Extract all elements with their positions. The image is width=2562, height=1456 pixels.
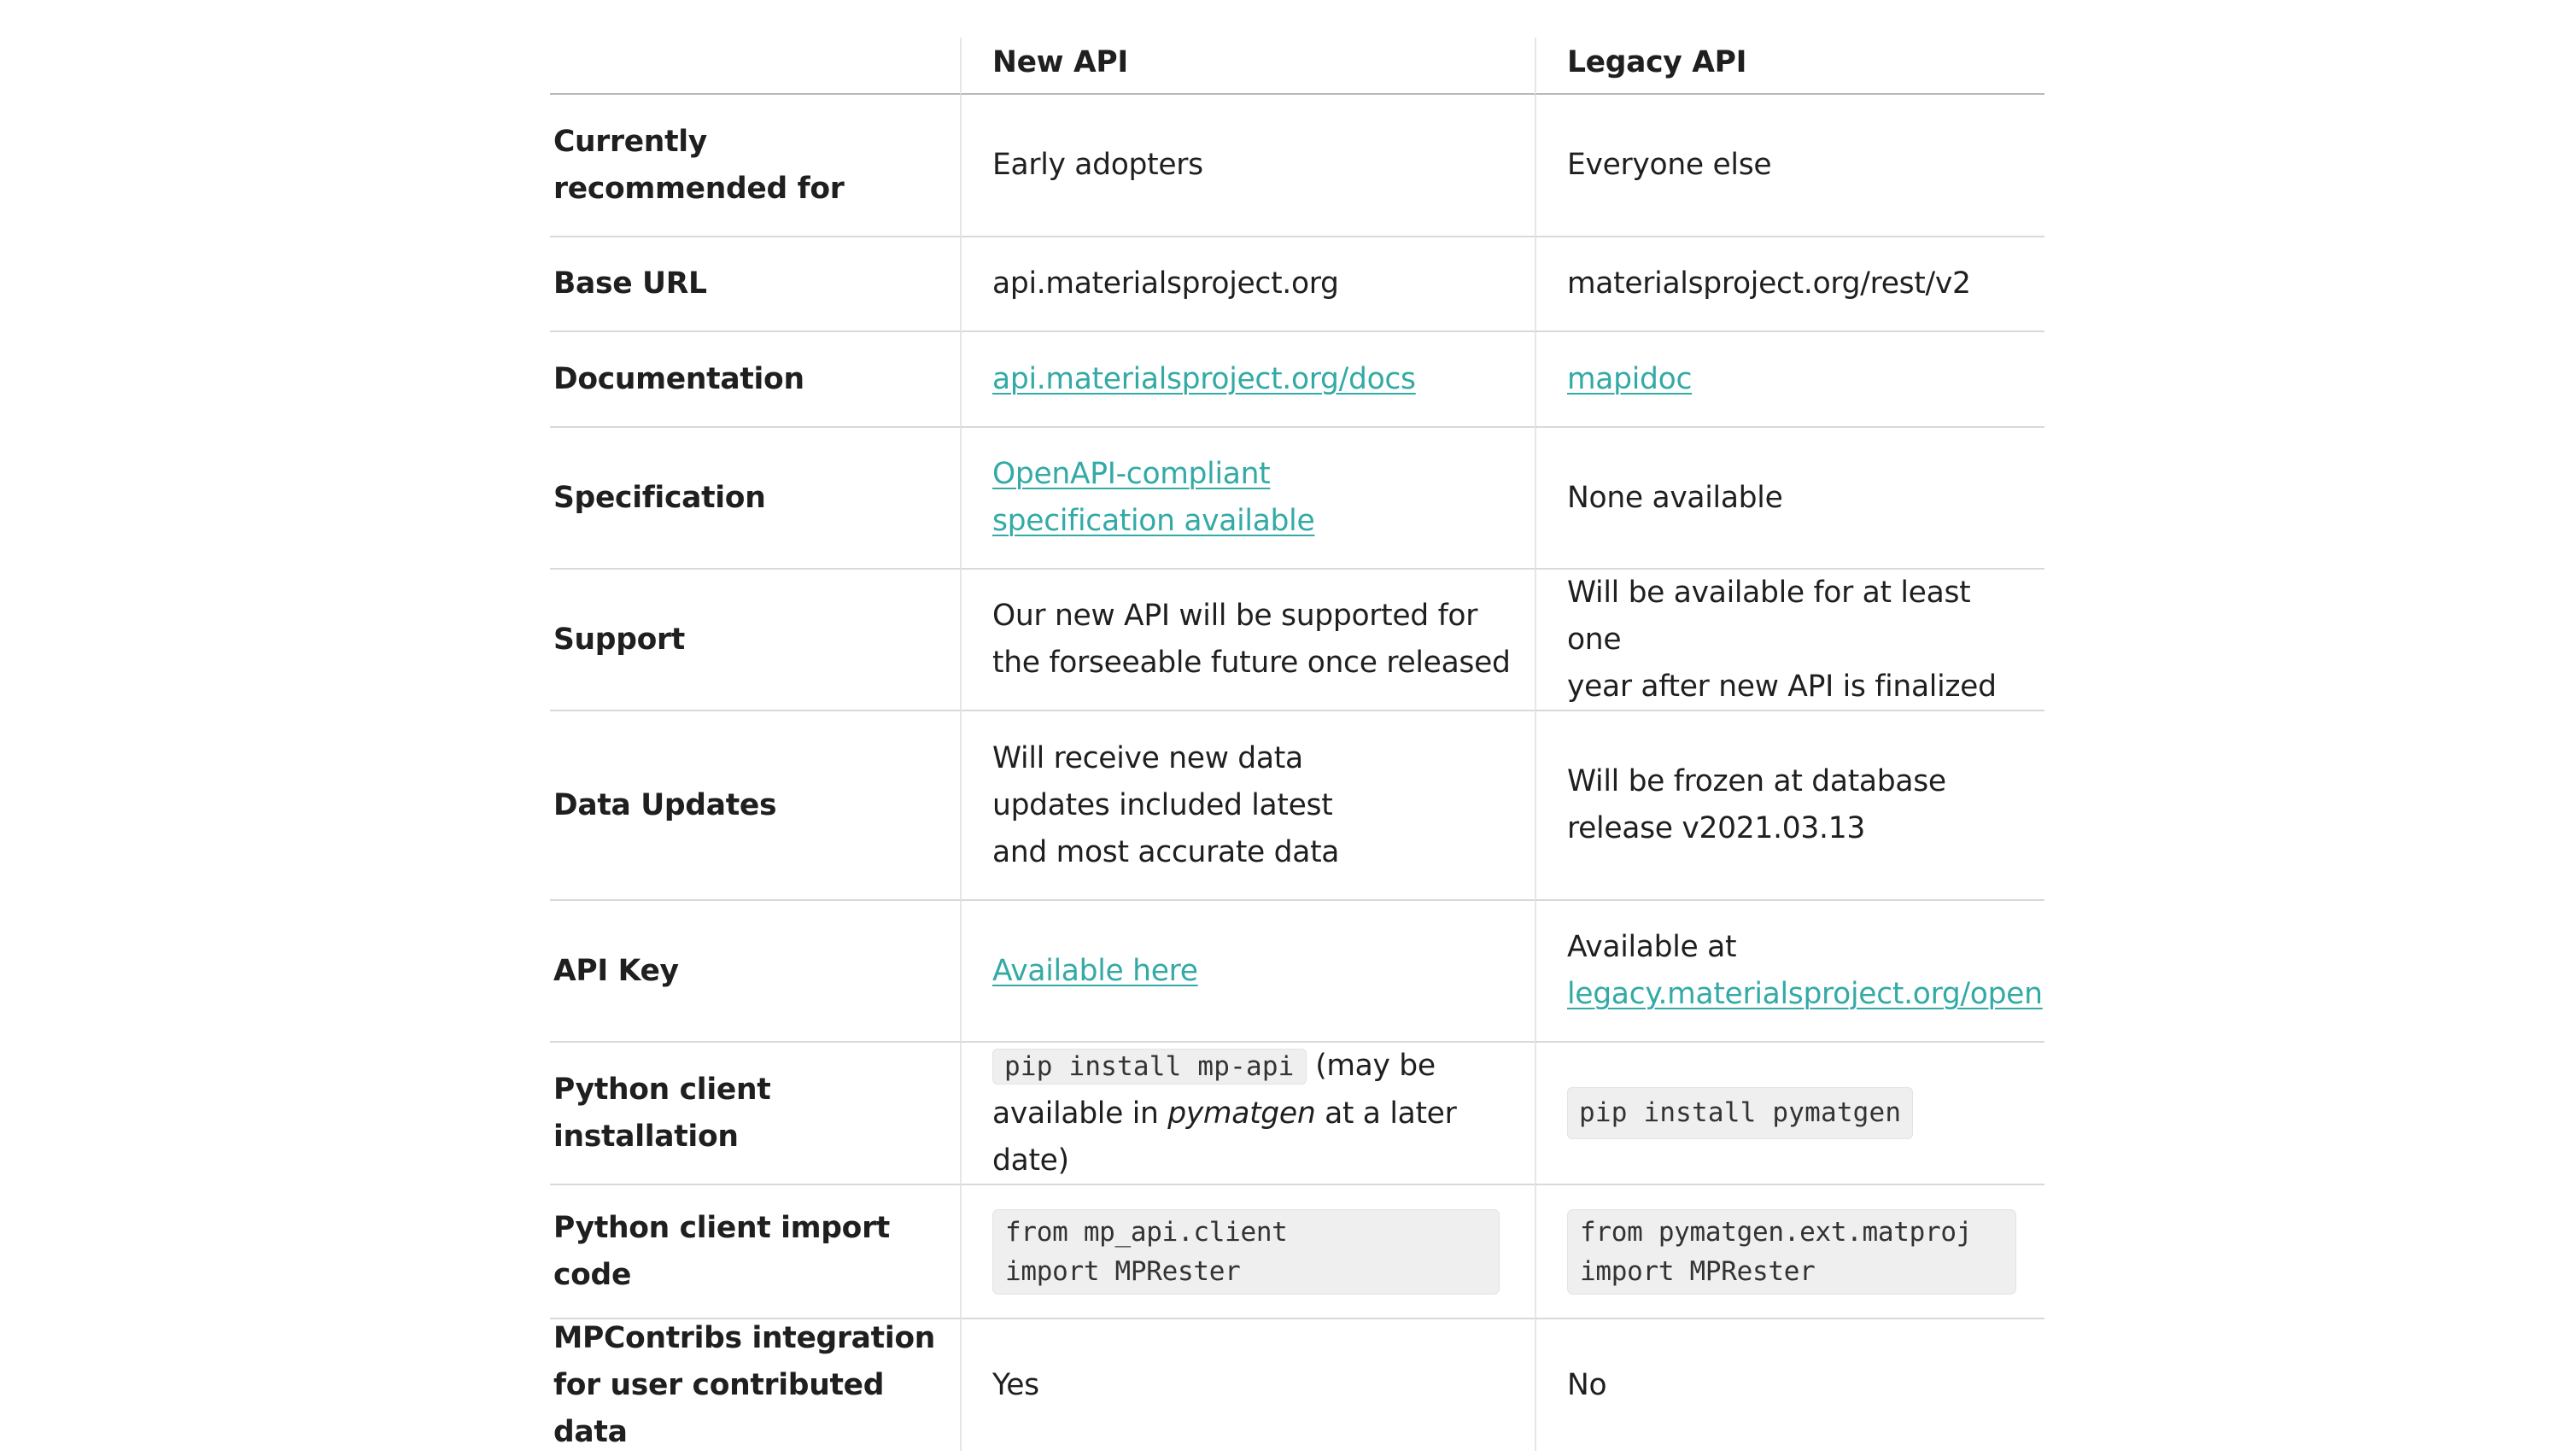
cell-text-line: Our new API will be supported for bbox=[992, 599, 1478, 633]
cell-text-line: the forseeable future once released bbox=[992, 646, 1511, 680]
import-code-block: from pymatgen.ext.matproj import MPRester bbox=[1567, 1208, 2016, 1295]
pymatgen-emphasis: pymatgen bbox=[1167, 1096, 1316, 1131]
legacy-api-install: pip install pymatgen bbox=[1535, 1043, 2044, 1185]
legacy-api-base-url: materialsproject.org/rest/v2 bbox=[1535, 237, 2044, 332]
new-api-recommended: Early adopters bbox=[960, 95, 1535, 237]
legacy-api-support: Will be available for at least one year … bbox=[1535, 570, 2044, 711]
row-label-line: MPContribs integration bbox=[553, 1320, 936, 1355]
row-label-line: for user contributed data bbox=[553, 1367, 885, 1449]
row-label-recommended: Currently recommended for bbox=[550, 95, 960, 237]
new-api-install: pip install mp-api (may be available in … bbox=[960, 1043, 1535, 1185]
row-label-support: Support bbox=[550, 570, 960, 711]
header-legacy-api: Legacy API bbox=[1535, 38, 2044, 95]
new-api-documentation: api.materialsproject.org/docs bbox=[960, 332, 1535, 428]
openapi-spec-link-line[interactable]: OpenAPI-compliant bbox=[992, 451, 1314, 498]
cell-text-line: Available at bbox=[1567, 930, 1737, 964]
new-api-base-url: api.materialsproject.org bbox=[960, 237, 1535, 332]
new-api-support: Our new API will be supported for the fo… bbox=[960, 570, 1535, 711]
row-label-line: recommended for bbox=[553, 171, 845, 206]
code-line: import MPRester bbox=[1580, 1255, 1816, 1287]
openapi-spec-link[interactable]: OpenAPI-compliant specification availabl… bbox=[992, 451, 1315, 545]
row-label-specification: Specification bbox=[550, 428, 960, 570]
header-new-api: New API bbox=[960, 38, 1535, 95]
new-api-data-updates: Will receive new data updates included l… bbox=[960, 711, 1535, 901]
code-line: import MPRester bbox=[1005, 1255, 1241, 1287]
row-label-line: Currently bbox=[553, 124, 707, 159]
legacy-api-documentation: mapidoc bbox=[1535, 332, 2044, 428]
cell-text: (may be bbox=[1306, 1048, 1436, 1083]
row-label-install: Python client installation bbox=[550, 1043, 960, 1185]
new-api-mpcontribs: Yes bbox=[960, 1319, 1535, 1451]
cell-text-line: Will be available for at least one bbox=[1567, 575, 1971, 657]
cell-text-line: year after new API is finalized bbox=[1567, 669, 1997, 704]
api-key-available-here-link[interactable]: Available here bbox=[992, 948, 1198, 995]
cell-text-line: and most accurate data bbox=[992, 834, 1340, 869]
new-api-docs-link[interactable]: api.materialsproject.org/docs bbox=[992, 356, 1416, 403]
legacy-api-data-updates: Will be frozen at database release v2021… bbox=[1535, 711, 2044, 901]
row-label-data-updates: Data Updates bbox=[550, 711, 960, 901]
legacy-api-recommended: Everyone else bbox=[1535, 95, 2044, 237]
row-label-import: Python client import code bbox=[550, 1185, 960, 1319]
new-api-import: from mp_api.clientimport MPRester bbox=[960, 1185, 1535, 1319]
row-label-api-key: API Key bbox=[550, 901, 960, 1043]
legacy-api-key: Available at legacy.materialsproject.org… bbox=[1535, 901, 2044, 1043]
cell-text: available in bbox=[992, 1096, 1168, 1131]
cell-text-line: Will be frozen at database bbox=[1567, 764, 1946, 798]
legacy-api-mpcontribs: No bbox=[1535, 1319, 2044, 1451]
mapidoc-link[interactable]: mapidoc bbox=[1567, 356, 1692, 403]
legacy-open-link[interactable]: legacy.materialsproject.org/open bbox=[1567, 971, 2043, 1018]
code-line: from mp_api.client bbox=[1005, 1216, 1288, 1248]
import-code-block: from mp_api.clientimport MPRester bbox=[992, 1208, 1500, 1295]
legacy-api-import: from pymatgen.ext.matproj import MPRester bbox=[1535, 1185, 2044, 1319]
code-line: from pymatgen.ext.matproj bbox=[1580, 1216, 1973, 1248]
legacy-api-specification: None available bbox=[1535, 428, 2044, 570]
new-api-key: Available here bbox=[960, 901, 1535, 1043]
cell-text-line: release v2021.03.13 bbox=[1567, 811, 1866, 845]
openapi-spec-link-line[interactable]: specification available bbox=[992, 498, 1315, 545]
api-comparison-table: New API Legacy API Currently recommended… bbox=[550, 38, 2044, 1451]
cell-text-line: Will receive new data bbox=[992, 740, 1303, 775]
new-api-specification: OpenAPI-compliant specification availabl… bbox=[960, 428, 1535, 570]
install-command-code: pip install pymatgen bbox=[1567, 1087, 1914, 1139]
cell-text-line: updates included latest bbox=[992, 787, 1333, 822]
row-label-base-url: Base URL bbox=[550, 237, 960, 332]
header-empty-cell bbox=[550, 38, 960, 95]
row-label-documentation: Documentation bbox=[550, 332, 960, 428]
row-label-mpcontribs: MPContribs integration for user contribu… bbox=[550, 1319, 960, 1451]
install-command-code: pip install mp-api bbox=[992, 1048, 1307, 1085]
